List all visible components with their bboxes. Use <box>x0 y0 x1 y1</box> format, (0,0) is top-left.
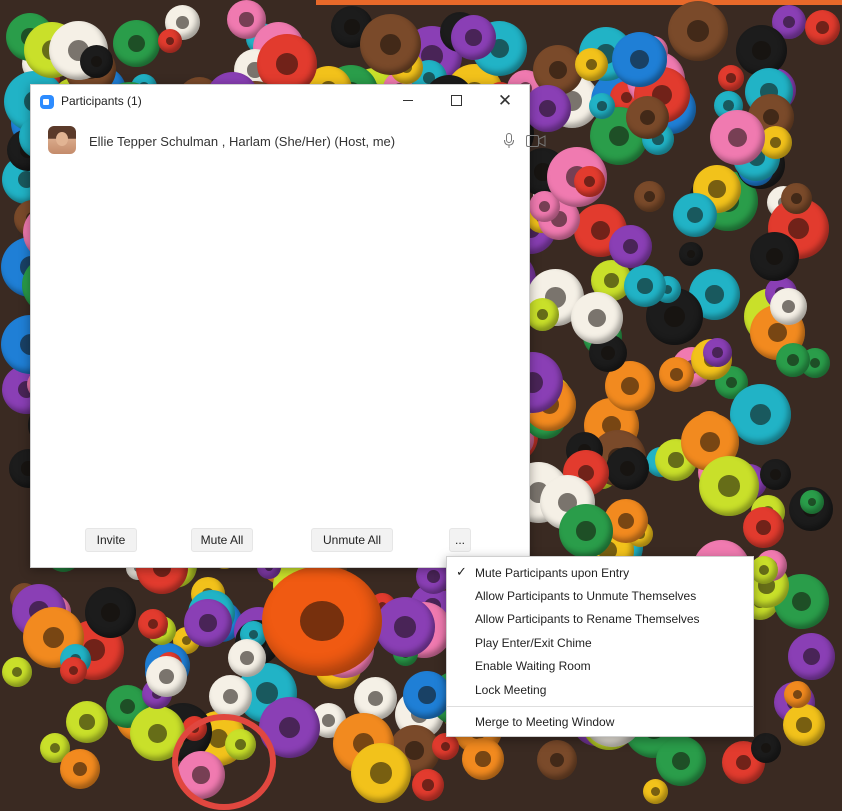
menu-item-lock-meeting[interactable]: Lock Meeting <box>447 678 753 701</box>
bead-decoration <box>85 587 136 638</box>
bead-decoration <box>788 633 835 680</box>
mute-all-button[interactable]: Mute All <box>191 528 253 552</box>
menu-item-label: Mute Participants upon Entry <box>475 566 630 580</box>
bead-decoration <box>643 779 668 804</box>
bead-decoration <box>138 609 168 639</box>
bead-decoration <box>750 232 799 281</box>
bead-decoration <box>612 32 667 87</box>
bead-decoration <box>730 384 791 445</box>
invite-button[interactable]: Invite <box>85 528 137 552</box>
menu-item-label: Lock Meeting <box>475 683 547 697</box>
bead-decoration <box>158 29 182 53</box>
bead-decoration <box>412 769 444 801</box>
unmute-all-button[interactable]: Unmute All <box>311 528 393 552</box>
close-button[interactable]: ✕ <box>485 89 525 113</box>
bead-decoration <box>559 504 613 558</box>
bead-decoration <box>659 357 694 392</box>
bead-decoration <box>432 733 459 760</box>
zoom-app-icon <box>40 95 54 109</box>
bead-decoration <box>209 675 252 718</box>
bead-decoration <box>770 288 807 325</box>
microphone-icon[interactable] <box>503 133 515 149</box>
bead-decoration <box>703 338 732 367</box>
bead-decoration <box>699 456 759 516</box>
maximize-button[interactable] <box>437 89 477 113</box>
top-accent-strip <box>316 0 842 5</box>
bead-decoration <box>60 749 100 789</box>
video-camera-icon[interactable] <box>526 134 546 148</box>
bead-decoration <box>360 14 421 75</box>
bead-decoration <box>800 490 824 514</box>
bead-decoration <box>679 242 703 266</box>
bead-decoration <box>668 1 728 61</box>
bead-decoration <box>760 459 791 490</box>
bead-decoration <box>66 701 108 743</box>
menu-item-mute-upon-entry[interactable]: ✓ Mute Participants upon Entry <box>447 561 753 584</box>
menu-item-label: Merge to Meeting Window <box>475 715 615 729</box>
avatar <box>48 126 76 154</box>
bead-decoration <box>743 507 784 548</box>
bead-decoration <box>784 681 811 708</box>
more-options-menu: ✓ Mute Participants upon Entry Allow Par… <box>446 556 754 737</box>
bead-decoration <box>537 740 577 780</box>
bead-decoration <box>146 656 187 697</box>
menu-item-label: Allow Participants to Unmute Themselves <box>475 589 697 603</box>
bead-decoration <box>184 599 232 647</box>
participant-row[interactable]: Ellie Tepper Schulman , Harlam (She/Her)… <box>47 125 546 157</box>
menu-item-waiting-room[interactable]: Enable Waiting Room <box>447 654 753 677</box>
bead-decoration <box>751 733 781 763</box>
bead-decoration <box>228 639 266 677</box>
bead-decoration <box>589 93 615 119</box>
bead-decoration <box>351 743 411 803</box>
bead-decoration <box>783 704 825 746</box>
pompom-decoration <box>262 566 382 676</box>
bead-decoration <box>673 193 717 237</box>
bead-decoration <box>710 110 765 165</box>
bead-decoration <box>462 738 504 780</box>
participant-name: Ellie Tepper Schulman , Harlam (She/Her)… <box>89 134 396 149</box>
bead-decoration <box>750 556 778 584</box>
bead-decoration <box>634 181 665 212</box>
participants-window: Participants (1) ✕ Ellie Tepper Schulman… <box>30 84 546 568</box>
window-title: Participants (1) <box>61 94 142 108</box>
bead-decoration <box>575 48 608 81</box>
bead-decoration <box>524 85 571 132</box>
bead-decoration <box>403 671 451 719</box>
bead-decoration <box>776 343 810 377</box>
menu-item-label: Allow Participants to Rename Themselves <box>475 612 700 626</box>
menu-item-allow-unmute[interactable]: Allow Participants to Unmute Themselves <box>447 584 753 607</box>
more-options-button[interactable]: ... <box>449 528 471 552</box>
bead-decoration <box>2 657 32 687</box>
minimize-button[interactable] <box>389 89 429 113</box>
bead-decoration <box>571 292 623 344</box>
bead-decoration <box>805 10 840 45</box>
menu-item-allow-rename[interactable]: Allow Participants to Rename Themselves <box>447 607 753 630</box>
menu-item-label: Play Enter/Exit Chime <box>475 636 592 650</box>
bead-decoration <box>606 447 649 490</box>
bead-decoration <box>574 166 605 197</box>
ring-decoration <box>172 714 276 810</box>
title-bar[interactable]: Participants (1) ✕ <box>31 85 529 117</box>
menu-item-label: Enable Waiting Room <box>475 659 591 673</box>
bead-decoration <box>526 298 559 331</box>
bead-decoration <box>718 65 744 91</box>
bead-decoration <box>375 597 435 657</box>
bead-decoration <box>626 96 669 139</box>
menu-divider <box>447 706 753 707</box>
bead-decoration <box>113 20 160 67</box>
bead-decoration <box>451 15 496 60</box>
bead-decoration <box>656 736 706 786</box>
bead-decoration <box>609 225 652 268</box>
bead-decoration <box>80 45 113 78</box>
bead-decoration <box>781 183 812 214</box>
checkmark-icon: ✓ <box>456 564 467 579</box>
bead-decoration <box>624 265 666 307</box>
menu-item-enter-exit-chime[interactable]: Play Enter/Exit Chime <box>447 631 753 654</box>
menu-item-merge-to-meeting[interactable]: Merge to Meeting Window <box>447 710 753 733</box>
bead-decoration <box>60 657 87 684</box>
